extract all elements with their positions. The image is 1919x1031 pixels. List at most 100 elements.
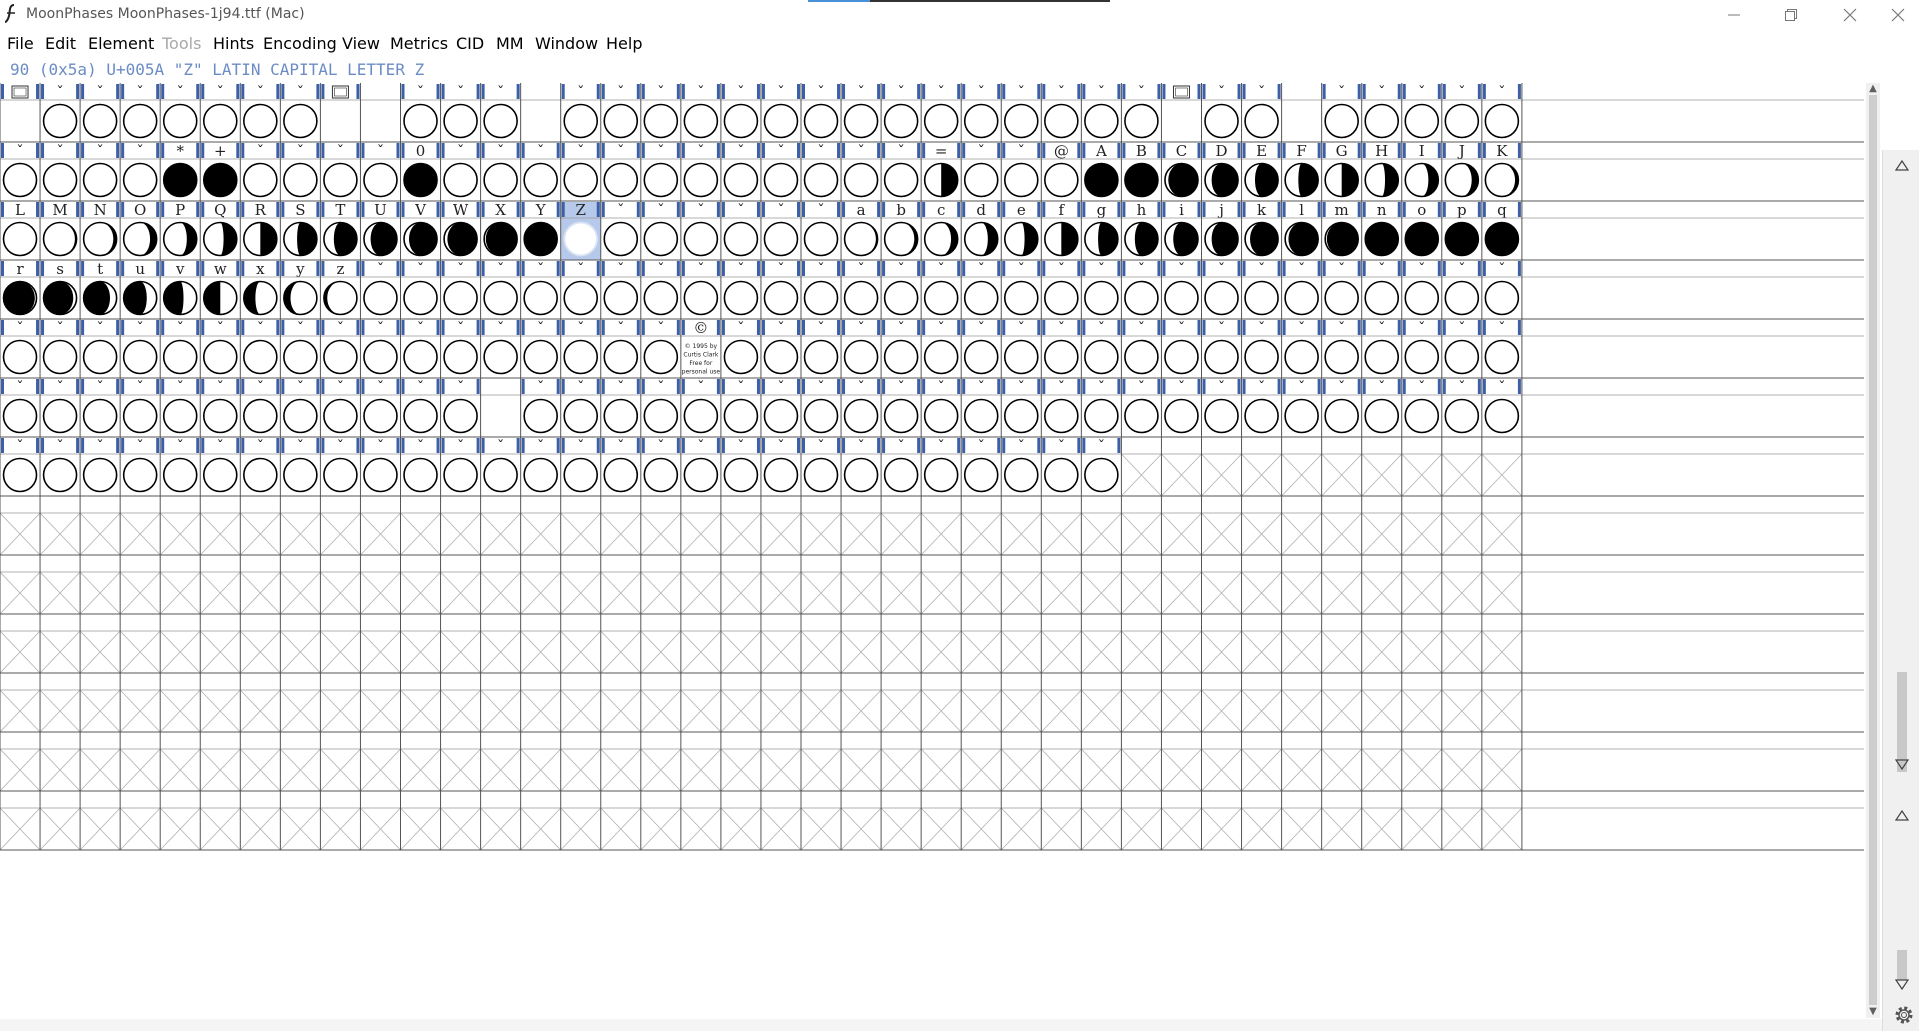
glyph-label: ˇ (1058, 319, 1066, 337)
glyph-label: ˇ (1338, 378, 1346, 396)
menu-metrics[interactable]: Metrics (390, 34, 448, 53)
glyph-cell[interactable] (520, 84, 561, 100)
side-scrollbar-thumb[interactable] (1897, 950, 1907, 980)
menu-file[interactable]: File (7, 34, 34, 53)
glyph-label: ˇ (577, 260, 585, 278)
moon-glyph (683, 457, 719, 493)
moon-glyph (1324, 162, 1359, 198)
moon-glyph (1124, 398, 1159, 434)
restore-button[interactable] (1763, 0, 1819, 30)
scroll-up-arrow-icon[interactable]: ▲ (1866, 83, 1880, 95)
menu-encoding[interactable]: Encoding (263, 34, 337, 53)
moon-glyph (1324, 103, 1359, 139)
glyph-label: G (1336, 142, 1348, 160)
moon-glyph (643, 280, 679, 316)
minimize-button[interactable] (1706, 0, 1762, 30)
moon-glyph (603, 162, 639, 198)
glyph-label: ˇ (737, 83, 745, 101)
moon-glyph (723, 162, 759, 198)
chevron-up-icon[interactable] (1894, 158, 1910, 172)
menu-cid[interactable]: CID (456, 34, 484, 53)
moon-glyph (803, 339, 839, 375)
menu-element[interactable]: Element (88, 34, 154, 53)
menu-mm[interactable]: MM (496, 34, 524, 53)
chevron-up-icon[interactable] (1894, 808, 1910, 822)
glyph-label: ˇ (817, 437, 825, 455)
glyph-label: ˇ (617, 142, 625, 160)
menu-view[interactable]: View (342, 34, 380, 53)
glyph-cell[interactable] (0, 84, 41, 100)
close-button[interactable] (1822, 0, 1878, 30)
glyph-grid[interactable]: ˇ ˇ ˇ ˇ ˇ ˇ ˇ ˇ ˇ ˇ ˇ ˇ ˇ ˇ ˇ ˇ ˇ ˇ ˇ ˇ ˇ ˇ ˇ ˇ ˇ ˇ ˇ ˇ ˇ ˇ ˇ ˇ ˇ ˇ ˇ ˇ * + ˇ ˇ… (0, 83, 1864, 1018)
moon-glyph (1364, 103, 1400, 139)
glyph-cell[interactable]: Z (560, 201, 601, 260)
glyph-label: ˇ (176, 319, 184, 337)
grid-scrollbar-thumb[interactable] (1869, 95, 1877, 1005)
moon-glyph (403, 280, 438, 316)
grid-scrollbar[interactable]: ▲ ▼ (1866, 83, 1880, 1018)
glyph-label: x (256, 260, 265, 278)
glyph-label: ˇ (537, 319, 545, 337)
menu-tools[interactable]: Tools (162, 34, 201, 53)
moon-glyph (323, 280, 358, 316)
moon-glyph (1444, 339, 1480, 375)
moon-glyph (82, 398, 118, 434)
moon-glyph (603, 280, 639, 316)
glyph-label: ˇ (777, 83, 785, 101)
moon-glyph (1164, 221, 1199, 257)
glyph-label: = (935, 142, 948, 160)
glyph-label: ˇ (1338, 83, 1346, 101)
chevron-down-icon[interactable] (1894, 758, 1910, 772)
glyph-cell[interactable] (1281, 84, 1322, 100)
moon-glyph (1284, 280, 1319, 316)
scroll-down-arrow-icon[interactable]: ▼ (1866, 1006, 1880, 1018)
moon-glyph (1003, 162, 1039, 198)
moon-glyph (1044, 457, 1079, 493)
gear-icon[interactable] (1893, 1004, 1915, 1026)
moon-glyph (363, 221, 398, 257)
moon-glyph (162, 457, 198, 493)
side-panel (1882, 150, 1919, 1031)
glyph-label: ˇ (1018, 260, 1026, 278)
moon-glyph (1164, 398, 1199, 434)
menu-hints[interactable]: Hints (213, 34, 254, 53)
glyph-label: ˇ (1418, 83, 1426, 101)
glyph-label: ˇ (1218, 319, 1226, 337)
glyph-cell[interactable] (320, 84, 361, 100)
glyph-label: ˇ (897, 142, 905, 160)
moon-glyph (1444, 162, 1480, 198)
moon-glyph (42, 457, 78, 493)
glyph-label: ˇ (1178, 319, 1186, 337)
moon-glyph (1444, 398, 1480, 434)
moon-glyph (42, 398, 78, 434)
menu-edit[interactable]: Edit (45, 34, 76, 53)
moon-glyph (162, 103, 198, 139)
menu-window[interactable]: Window (535, 34, 598, 53)
glyph-cell[interactable] (1161, 84, 1202, 100)
outer-close-button[interactable] (1879, 0, 1919, 30)
moon-glyph (122, 398, 158, 434)
glyph-cell[interactable] (480, 379, 521, 395)
glyph-label: ˇ (1458, 378, 1466, 396)
glyph-label: b (896, 201, 906, 219)
moon-glyph (42, 103, 78, 139)
moon-glyph (243, 339, 278, 375)
glyph-label: ˇ (16, 319, 24, 337)
moon-glyph (283, 398, 318, 434)
moon-glyph (963, 398, 999, 434)
glyph-label: ˇ (1218, 378, 1226, 396)
moon-glyph (443, 103, 478, 139)
moon-glyph (42, 280, 78, 316)
chevron-down-icon[interactable] (1894, 978, 1910, 992)
moon-glyph (963, 280, 999, 316)
moon-glyph (1244, 221, 1279, 257)
side-scrollbar-thumb[interactable] (1897, 672, 1907, 772)
glyph-label: ˇ (817, 378, 825, 396)
moon-glyph (803, 280, 839, 316)
menu-help[interactable]: Help (606, 34, 642, 53)
moon-glyph (1404, 398, 1440, 434)
glyph-label: J (1457, 142, 1465, 160)
glyph-label: ˇ (737, 201, 745, 219)
moon-glyph (1164, 162, 1199, 198)
glyph-cell[interactable] (360, 84, 401, 100)
